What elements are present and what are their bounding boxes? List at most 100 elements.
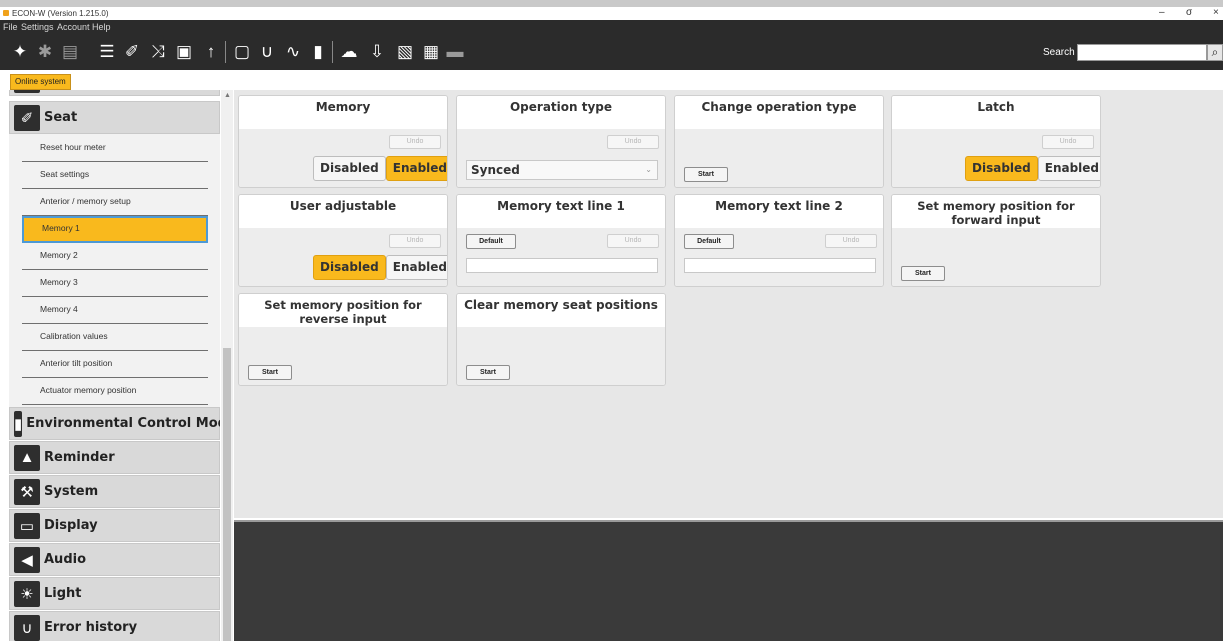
toolbar: ✦ ✱ ▤ ☰ ✐ ⤨ ▣ ↑ ▢ ∪ ∿ ▮ ☁ ⇩ ▧ ▦ ▬ <box>0 34 1223 70</box>
title-bar: ECON-W (Version 1.215.0) – σ × <box>0 7 1223 20</box>
card-title: Operation type <box>457 96 665 129</box>
clipboard-icon[interactable]: ▦ <box>421 40 441 62</box>
sidebar-category-seat[interactable]: ✐ Seat <box>9 101 220 134</box>
bluetooth-icon[interactable]: ✱ <box>35 40 55 62</box>
sidebar-scrollbar-thumb[interactable] <box>223 348 231 641</box>
search-input[interactable] <box>1077 44 1207 61</box>
card-title: Memory text line 1 <box>457 195 665 228</box>
menu-file[interactable]: File <box>3 22 18 32</box>
list-icon[interactable]: ☰ <box>97 40 117 62</box>
card-user-adjustable: User adjustable Undo Disabled Enabled <box>238 194 448 287</box>
stethoscope-icon[interactable]: ∪ <box>257 40 277 62</box>
sidebar-category-label: Display <box>44 518 98 533</box>
sidebar-item-actuator-memory-position[interactable]: Actuator memory position <box>22 378 208 405</box>
sidebar-category-light[interactable]: ☀ Light <box>9 577 220 610</box>
operation-type-select[interactable]: Synced ⌄ <box>466 160 658 180</box>
cloud-icon[interactable]: ☁ <box>339 40 359 62</box>
start-button[interactable]: Start <box>466 365 510 380</box>
card-operation-type: Operation type Undo Synced ⌄ <box>456 95 666 188</box>
memory-text-line-2-input[interactable] <box>684 258 876 273</box>
search-label: Search <box>1043 47 1075 58</box>
ecm-icon: ▮ <box>14 410 23 437</box>
card-latch: Latch Undo Disabled Enabled <box>891 95 1101 188</box>
latch-toggle: Disabled Enabled <box>965 156 1100 181</box>
start-button[interactable]: Start <box>248 365 292 380</box>
sidebar-item-anterior-memory-setup[interactable]: Anterior / memory setup <box>22 189 208 216</box>
card-title: Set memory position for reverse input <box>239 294 447 327</box>
default-button[interactable]: Default <box>684 234 734 249</box>
menu-help[interactable]: Help <box>92 22 111 32</box>
camera-icon[interactable]: ▣ <box>174 40 194 62</box>
disabled-option[interactable]: Disabled <box>313 156 386 181</box>
card-clear-positions: Clear memory seat positions Start <box>456 293 666 386</box>
sidebar-category-label: System <box>44 484 99 499</box>
disabled-option[interactable]: Disabled <box>965 156 1038 181</box>
card-title: User adjustable <box>239 195 447 228</box>
usb-icon[interactable]: ↑ <box>201 40 221 62</box>
disabled-option[interactable]: Disabled <box>313 255 386 280</box>
enabled-option[interactable]: Enabled <box>385 255 447 280</box>
sidebar-category-reminder[interactable]: ▲ Reminder <box>9 441 220 474</box>
menu-account[interactable]: Account <box>57 22 90 32</box>
category-icon: ▬ <box>14 90 40 93</box>
menu-settings[interactable]: Settings <box>21 22 54 32</box>
undo-button[interactable]: Undo <box>607 135 659 149</box>
card-title: Set memory position for forward input <box>892 195 1100 228</box>
pulse-icon[interactable]: ∿ <box>283 40 303 62</box>
minimize-button[interactable]: – <box>1159 7 1165 18</box>
card-memory-text-line-1: Memory text line 1 Default Undo <box>456 194 666 287</box>
sidebar-item-anterior-tilt-position[interactable]: Anterior tilt position <box>22 351 208 378</box>
card-title: Memory <box>239 96 447 129</box>
seat-tool-icon[interactable]: ✐ <box>122 40 142 62</box>
enabled-option[interactable]: Enabled <box>1037 156 1100 181</box>
app-logo-icon <box>3 10 9 16</box>
sidebar-category-error-history[interactable]: ∪ Error history <box>9 611 220 641</box>
start-button[interactable]: Start <box>901 266 945 281</box>
undo-button[interactable]: Undo <box>825 234 877 248</box>
sidebar-category-audio[interactable]: ◀ Audio <box>9 543 220 576</box>
download-icon[interactable]: ⇩ <box>367 40 387 62</box>
chevron-down-icon: ⌄ <box>645 165 652 174</box>
cast-icon[interactable]: ▤ <box>60 40 80 62</box>
maximize-button[interactable]: σ <box>1186 7 1192 18</box>
card-title: Latch <box>892 96 1100 129</box>
default-button[interactable]: Default <box>466 234 516 249</box>
sidebar-item-calibration-values[interactable]: Calibration values <box>22 324 208 351</box>
close-button[interactable]: × <box>1213 7 1219 18</box>
monitor-icon[interactable]: ▢ <box>232 40 252 62</box>
sidebar-category-system[interactable]: ⚒ System <box>9 475 220 508</box>
stethoscope-icon: ∪ <box>14 614 40 641</box>
toolbar-separator <box>225 41 226 63</box>
undo-button[interactable]: Undo <box>1042 135 1094 149</box>
start-button[interactable]: Start <box>684 167 728 182</box>
sidebar-item-seat-settings[interactable]: Seat settings <box>22 162 208 189</box>
image-icon[interactable]: ▧ <box>395 40 415 62</box>
sidebar-item-memory-1[interactable]: Memory 1 <box>22 216 208 243</box>
memory-text-line-1-input[interactable] <box>466 258 658 273</box>
sidebar-category-display[interactable]: ▭ Display <box>9 509 220 542</box>
enabled-option[interactable]: Enabled <box>385 156 447 181</box>
tab-online-system[interactable]: Online system <box>10 74 71 90</box>
card-change-operation-type: Change operation type Start <box>674 95 884 188</box>
card-set-reverse: Set memory position for reverse input St… <box>238 293 448 386</box>
undo-button[interactable]: Undo <box>607 234 659 248</box>
chat-icon[interactable]: ▬ <box>445 40 465 62</box>
search-icon[interactable]: ⌕ <box>1207 44 1223 61</box>
undo-button[interactable]: Undo <box>389 234 441 248</box>
card-title: Clear memory seat positions <box>457 294 665 327</box>
sidebar-item-memory-3[interactable]: Memory 3 <box>22 270 208 297</box>
sidebar-item-memory-4[interactable]: Memory 4 <box>22 297 208 324</box>
sidebar-category-ecm[interactable]: ▮ Environmental Control Module <box>9 407 220 440</box>
sidebar-item-memory-2[interactable]: Memory 2 <box>22 243 208 270</box>
sidebar-category-label: Audio <box>44 552 87 567</box>
display-icon: ▭ <box>14 512 40 539</box>
user-adjustable-toggle: Disabled Enabled <box>313 255 447 280</box>
disconnect-icon[interactable]: ✦ <box>10 40 30 62</box>
sidebar-category-previous[interactable]: ▬ <box>9 90 220 96</box>
shuffle-icon[interactable]: ⤨ <box>148 40 168 62</box>
undo-button[interactable]: Undo <box>389 135 441 149</box>
sidebar-item-reset-hour-meter[interactable]: Reset hour meter <box>22 135 208 162</box>
settings-panel: Memory Undo Disabled Enabled Operation t… <box>234 90 1223 518</box>
battery-icon[interactable]: ▮ <box>308 40 328 62</box>
scroll-up-icon[interactable]: ▲ <box>224 92 231 99</box>
